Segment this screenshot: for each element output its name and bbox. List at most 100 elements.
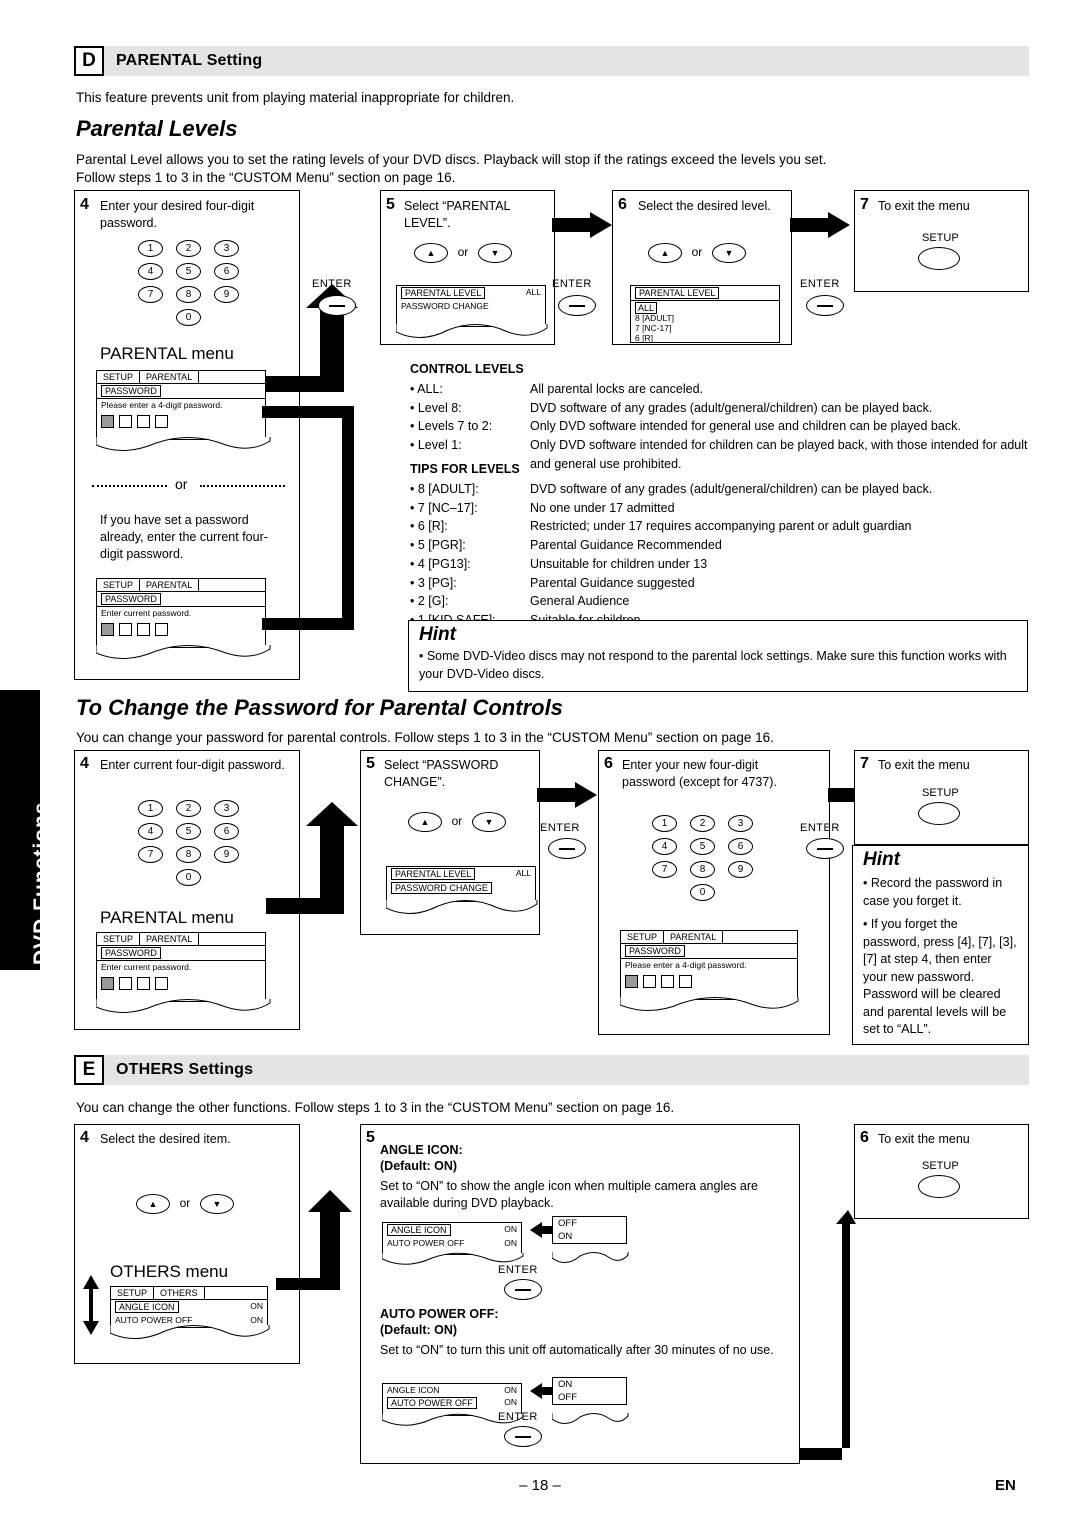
key-1[interactable]: 1 [652,815,677,832]
up-arrow-icon-2[interactable]: ▲ [648,243,682,263]
setup-button-3[interactable] [918,1175,960,1198]
p-osd-digit-box-4 [155,977,168,990]
key-3[interactable]: 3 [214,240,239,257]
p-step4-number: 4 [80,755,89,772]
e-step6-number: 6 [860,1129,869,1146]
p-step6-text: Enter your new four-digit password (exce… [622,758,777,789]
section-e-title: OTHERS Settings [104,1055,1029,1085]
control-levels-title: CONTROL LEVELS [410,362,524,376]
angle-icon-title: ANGLE ICON: [380,1143,463,1157]
key-3[interactable]: 3 [728,815,753,832]
p-step4-text: Enter current four-digit password. [100,758,285,772]
osd-tab-setup-2: SETUP [97,579,141,591]
e-step4-or: or [179,1196,191,1211]
e-step5-number: 5 [366,1129,375,1146]
d-step4-number: 4 [80,196,89,213]
p-osd-tab-setup: SETUP [97,933,141,945]
enter-button-5[interactable] [806,838,844,859]
osd-bottom-wave-7 [110,1324,270,1339]
key-2[interactable]: 2 [690,815,715,832]
key-1[interactable]: 1 [138,800,163,817]
key-8[interactable]: 8 [176,846,201,863]
e-osd-angle-icon-value: ON [250,1301,263,1311]
osd2-digit-box-3 [137,623,150,636]
key-8[interactable]: 8 [690,861,715,878]
key-6[interactable]: 6 [728,838,753,855]
setup-button-2[interactable] [918,802,960,825]
e-ap-right-on: ON [552,1377,627,1391]
osd-row-prompt: Please enter a 4-digit password. [101,400,223,410]
key-6[interactable]: 6 [214,823,239,840]
up-arrow-icon-3[interactable]: ▲ [408,812,442,832]
tip-desc-2: Restricted; under 17 requires accompanyi… [530,519,912,534]
d-step5-arrows[interactable]: ▲ or ▼ [414,243,512,263]
e-ap-osd-label: ANGLE ICON [387,1385,440,1395]
key-0[interactable]: 0 [690,884,715,901]
section-d-header: D PARENTAL Setting [74,46,1029,76]
key-5[interactable]: 5 [690,838,715,855]
e-angle-osd-value: ON [504,1224,517,1234]
d-step4-keypad[interactable]: 123 456 789 0 [138,240,239,332]
key-4[interactable]: 4 [138,823,163,840]
osd-parental-level-label: PARENTAL LEVEL [401,287,486,299]
key-8[interactable]: 8 [176,286,201,303]
p-setup-label: SETUP [922,787,959,799]
up-arrow-icon-4[interactable]: ▲ [136,1194,170,1214]
side-tab-label: DVD Functions [30,801,53,966]
p-step5-arrows[interactable]: ▲ or ▼ [408,812,506,832]
key-7[interactable]: 7 [138,286,163,303]
p-step7-text: To exit the menu [878,758,970,772]
down-arrow-icon-2[interactable]: ▼ [711,243,746,263]
key-4[interactable]: 4 [138,263,163,280]
osd-tab-parental: PARENTAL [140,371,200,383]
p-step6-keypad[interactable]: 123 456 789 0 [652,815,753,907]
key-9[interactable]: 9 [214,286,239,303]
d-osd-password-current: SETUP PARENTAL PASSWORD Enter current pa… [96,578,266,648]
e-others-menu-label: OTHERS menu [110,1262,229,1281]
osd2-digit-box-4 [155,623,168,636]
key-2[interactable]: 2 [176,240,201,257]
osd-tab-setup: SETUP [97,371,141,383]
key-5[interactable]: 5 [176,263,201,280]
down-arrow-icon[interactable]: ▼ [477,243,512,263]
e-osd-tab-setup: SETUP [111,1287,155,1299]
key-9[interactable]: 9 [214,846,239,863]
tip-desc-0: DVD software of any grades (adult/genera… [530,481,933,496]
osd-parental-level-value: ALL [525,287,541,297]
key-4[interactable]: 4 [652,838,677,855]
down-arrow-icon-4[interactable]: ▼ [199,1194,234,1214]
down-arrow-icon-3[interactable]: ▼ [471,812,506,832]
d-step7-number: 7 [860,196,869,213]
osd-bottom-wave-1 [96,436,271,451]
key-2[interactable]: 2 [176,800,201,817]
key-7[interactable]: 7 [138,846,163,863]
key-1[interactable]: 1 [138,240,163,257]
key-5[interactable]: 5 [176,823,201,840]
d-step6-arrows[interactable]: ▲ or ▼ [648,243,746,263]
enter-button-1[interactable] [318,295,356,316]
e-step4-arrows[interactable]: ▲ or ▼ [136,1194,234,1214]
key-3[interactable]: 3 [214,800,239,817]
p-osd-row-prompt: Enter current password. [101,962,192,972]
key-0[interactable]: 0 [176,309,201,326]
enter-button-6[interactable] [504,1279,542,1300]
enter-button-7[interactable] [504,1426,542,1447]
p-enter-label-2: ENTER [800,822,840,834]
up-arrow-icon[interactable]: ▲ [414,243,448,263]
p-osd2-tab-parental: PARENTAL [664,931,724,943]
footer-language: EN [995,1477,1016,1494]
parental-levels-desc-1: Parental Level allows you to set the rat… [76,152,827,167]
section-d-letter: D [74,46,104,76]
enter-button-3[interactable] [806,295,844,316]
setup-button-1[interactable] [918,247,960,270]
p-osd-digit-box-3 [137,977,150,990]
e-ap-osd-value: ON [504,1385,517,1395]
p-step4-keypad[interactable]: 123 456 789 0 [138,800,239,892]
key-6[interactable]: 6 [214,263,239,280]
key-9[interactable]: 9 [728,861,753,878]
enter-button-2[interactable] [558,295,596,316]
key-7[interactable]: 7 [652,861,677,878]
key-0[interactable]: 0 [176,869,201,886]
osd-bottom-wave-6 [620,996,799,1012]
enter-button-4[interactable] [548,838,586,859]
